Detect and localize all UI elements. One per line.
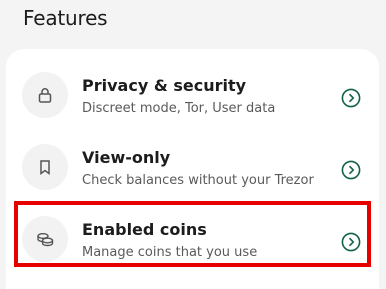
feature-label: Privacy & security [82, 76, 247, 95]
feature-description: Discreet mode, Tor, User data [82, 101, 276, 116]
chevron-right-icon[interactable] [341, 88, 361, 108]
lock-icon [22, 72, 68, 118]
feature-item-enabled-coins[interactable]: Enabled coins Manage coins that you use [6, 201, 379, 273]
page-title: Features [23, 6, 108, 30]
chevron-right-icon[interactable] [341, 160, 361, 180]
bookmark-icon [22, 144, 68, 190]
feature-item-privacy-security[interactable]: Privacy & security Discreet mode, Tor, U… [6, 57, 379, 129]
feature-description: Manage coins that you use [82, 245, 258, 260]
coins-icon [22, 216, 68, 262]
chevron-right-icon[interactable] [341, 232, 361, 252]
feature-description: Check balances without your Trezor [82, 173, 314, 188]
features-card: Privacy & security Discreet mode, Tor, U… [6, 49, 379, 289]
feature-label: View-only [82, 148, 171, 167]
feature-item-view-only[interactable]: View-only Check balances without your Tr… [6, 129, 379, 201]
feature-label: Enabled coins [82, 220, 207, 239]
